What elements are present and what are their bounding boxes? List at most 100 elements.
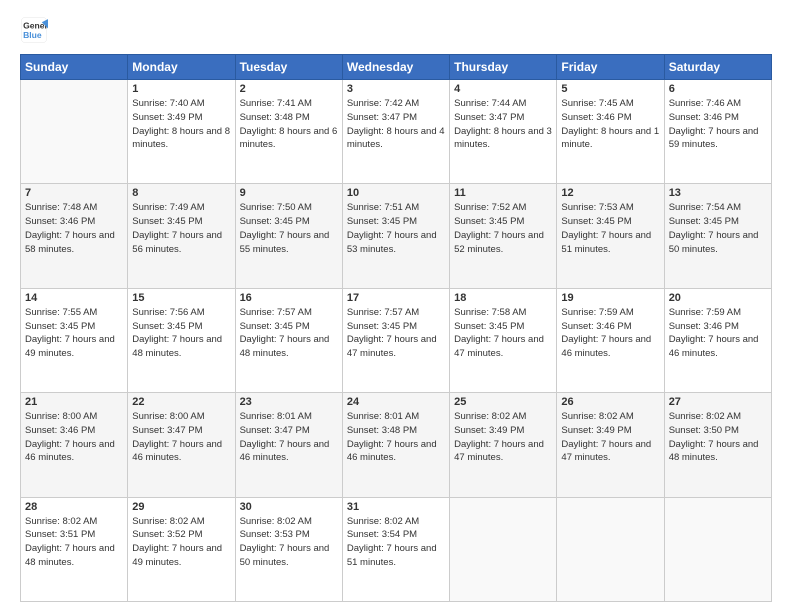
day-info: Sunrise: 8:02 AMSunset: 3:53 PMDaylight:… xyxy=(240,515,338,570)
day-cell xyxy=(21,80,128,184)
day-number: 8 xyxy=(132,187,230,199)
sunrise-label: Sunrise: 8:02 AM xyxy=(347,516,419,527)
day-cell: 8Sunrise: 7:49 AMSunset: 3:45 PMDaylight… xyxy=(128,184,235,288)
col-header-wednesday: Wednesday xyxy=(342,55,449,80)
day-cell: 19 Sunrise: 7:59 AMSunset: 3:46 PMDayligh… xyxy=(557,288,664,392)
day-info: Sunrise: 7:59 AMSunset: 3:46 PMDaylight:… xyxy=(669,306,767,361)
day-info: Sunrise: 8:01 AMSunset: 3:48 PMDaylight:… xyxy=(347,410,445,465)
col-header-tuesday: Tuesday xyxy=(235,55,342,80)
sunrise-label: Sunrise: 7:46 AM xyxy=(669,98,741,109)
col-header-sunday: Sunday xyxy=(21,55,128,80)
day-cell: 2Sunrise: 7:41 AMSunset: 3:48 PMDaylight… xyxy=(235,80,342,184)
day-info: Sunrise: 7:58 AMSunset: 3:45 PMDaylight:… xyxy=(454,306,552,361)
daylight-label: Daylight: 8 hours and 8 minutes. xyxy=(132,126,230,151)
day-number: 5 xyxy=(561,83,659,95)
day-cell: 31Sunrise: 8:02 AMSunset: 3:54 PMDayligh… xyxy=(342,497,449,601)
day-number: 11 xyxy=(454,187,552,199)
day-cell: 5Sunrise: 7:45 AMSunset: 3:46 PMDaylight… xyxy=(557,80,664,184)
day-info: Sunrise: 8:02 AMSunset: 3:50 PMDaylight:… xyxy=(669,410,767,465)
week-row-3: 14 Sunrise: 7:55 AMSunset: 3:45 PMDayligh… xyxy=(21,288,772,392)
daylight-label: Daylight: 7 hours and 46 minutes. xyxy=(561,334,651,359)
daylight-label: Daylight: 7 hours and 49 minutes. xyxy=(132,543,222,568)
day-number: 6 xyxy=(669,83,767,95)
daylight-label: Daylight: 8 hours and 4 minutes. xyxy=(347,126,445,151)
day-number: 25 xyxy=(454,396,552,408)
day-number: 24 xyxy=(347,396,445,408)
day-info: Sunrise: 8:01 AM Sunset: 3:47 PM Daylight:… xyxy=(240,410,338,465)
sunrise-label: Sunrise: 7:50 AM xyxy=(240,202,312,213)
logo-icon: General Blue xyxy=(20,16,48,44)
week-row-5: 28 Sunrise: 8:02 AMSunset: 3:51 PMDayligh… xyxy=(21,497,772,601)
sunrise-label: Sunrise: 8:01 AM xyxy=(347,411,419,422)
calendar-table: SundayMondayTuesdayWednesdayThursdayFrid… xyxy=(20,54,772,602)
day-number: 31 xyxy=(347,501,445,513)
day-cell: 3Sunrise: 7:42 AMSunset: 3:47 PMDaylight… xyxy=(342,80,449,184)
day-cell: 28 Sunrise: 8:02 AMSunset: 3:51 PMDayligh… xyxy=(21,497,128,601)
day-cell: 22Sunrise: 8:00 AMSunset: 3:47 PMDayligh… xyxy=(128,393,235,497)
day-cell xyxy=(664,497,771,601)
calendar-header-row: SundayMondayTuesdayWednesdayThursdayFrid… xyxy=(21,55,772,80)
day-info: Sunrise: 7:53 AMSunset: 3:45 PMDaylight:… xyxy=(561,201,659,256)
sunrise-label: Sunrise: 7:58 AM xyxy=(454,307,526,318)
sunset-label: Sunset: 3:45 PM xyxy=(347,321,417,332)
day-cell: 30Sunrise: 8:02 AMSunset: 3:53 PMDayligh… xyxy=(235,497,342,601)
day-info: Sunrise: 7:48 AMSunset: 3:46 PMDaylight:… xyxy=(25,201,123,256)
sunrise-label: Sunrise: 7:57 AM xyxy=(240,307,312,318)
sunset-label: Sunset: 3:45 PM xyxy=(669,216,739,227)
daylight-label: Daylight: 7 hours and 46 minutes. xyxy=(132,439,222,464)
day-info: Sunrise: 8:00 AMSunset: 3:47 PMDaylight:… xyxy=(132,410,230,465)
daylight-label: Daylight: 7 hours and 46 minutes. xyxy=(240,439,330,464)
daylight-label: Daylight: 7 hours and 51 minutes. xyxy=(347,543,437,568)
svg-text:Blue: Blue xyxy=(23,30,42,40)
day-cell: 18Sunrise: 7:58 AMSunset: 3:45 PMDayligh… xyxy=(450,288,557,392)
day-number: 9 xyxy=(240,187,338,199)
day-info: Sunrise: 7:46 AMSunset: 3:46 PMDaylight:… xyxy=(669,97,767,152)
day-cell: 25Sunrise: 8:02 AMSunset: 3:49 PMDayligh… xyxy=(450,393,557,497)
sunrise-label: Sunrise: 8:00 AM xyxy=(132,411,204,422)
daylight-label: Daylight: 7 hours and 47 minutes. xyxy=(454,334,544,359)
daylight-label: Daylight: 8 hours and 6 minutes. xyxy=(240,126,338,151)
sunrise-label: Sunrise: 7:59 AM xyxy=(561,307,633,318)
day-cell: 11Sunrise: 7:52 AMSunset: 3:45 PMDayligh… xyxy=(450,184,557,288)
sunset-label: Sunset: 3:50 PM xyxy=(669,425,739,436)
day-number: 10 xyxy=(347,187,445,199)
daylight-label: Daylight: 7 hours and 52 minutes. xyxy=(454,230,544,255)
col-header-thursday: Thursday xyxy=(450,55,557,80)
daylight-label: Daylight: 7 hours and 46 minutes. xyxy=(669,334,759,359)
sunrise-label: Sunrise: 8:02 AM xyxy=(561,411,633,422)
daylight-label: Daylight: 7 hours and 53 minutes. xyxy=(347,230,437,255)
day-info: Sunrise: 8:02 AMSunset: 3:51 PMDaylight:… xyxy=(25,515,123,570)
sunrise-label: Sunrise: 7:54 AM xyxy=(669,202,741,213)
sunset-label: Sunset: 3:45 PM xyxy=(132,216,202,227)
daylight-label: Daylight: 7 hours and 50 minutes. xyxy=(240,543,330,568)
day-cell: 10Sunrise: 7:51 AMSunset: 3:45 PMDayligh… xyxy=(342,184,449,288)
day-info: Sunrise: 8:02 AMSunset: 3:49 PMDaylight:… xyxy=(561,410,659,465)
col-header-saturday: Saturday xyxy=(664,55,771,80)
daylight-label: Daylight: 7 hours and 56 minutes. xyxy=(132,230,222,255)
sunset-label: Sunset: 3:46 PM xyxy=(25,425,95,436)
daylight-label: Daylight: 7 hours and 51 minutes. xyxy=(561,230,651,255)
day-number: 28 xyxy=(25,501,123,513)
day-number: 27 xyxy=(669,396,767,408)
day-number: 17 xyxy=(347,292,445,304)
daylight-label: Daylight: 7 hours and 58 minutes. xyxy=(25,230,115,255)
daylight-label: Daylight: 7 hours and 48 minutes. xyxy=(25,543,115,568)
day-cell: 4Sunrise: 7:44 AMSunset: 3:47 PMDaylight… xyxy=(450,80,557,184)
day-info: Sunrise: 7:59 AMSunset: 3:46 PMDaylight:… xyxy=(561,306,659,361)
day-number: 23 xyxy=(240,396,338,408)
day-number: 14 xyxy=(25,292,123,304)
day-number: 16 xyxy=(240,292,338,304)
day-number: 15 xyxy=(132,292,230,304)
sunset-label: Sunset: 3:47 PM xyxy=(240,425,310,436)
sunset-label: Sunset: 3:47 PM xyxy=(454,112,524,123)
day-cell: 12Sunrise: 7:53 AMSunset: 3:45 PMDayligh… xyxy=(557,184,664,288)
day-cell: 21Sunrise: 8:00 AMSunset: 3:46 PMDayligh… xyxy=(21,393,128,497)
daylight-label: Daylight: 7 hours and 49 minutes. xyxy=(25,334,115,359)
day-number: 19 xyxy=(561,292,659,304)
day-number: 2 xyxy=(240,83,338,95)
sunset-label: Sunset: 3:49 PM xyxy=(561,425,631,436)
day-info: Sunrise: 7:55 AMSunset: 3:45 PMDaylight:… xyxy=(25,306,123,361)
sunset-label: Sunset: 3:45 PM xyxy=(240,216,310,227)
sunrise-label: Sunrise: 8:01 AM xyxy=(240,411,312,422)
daylight-label: Daylight: 7 hours and 48 minutes. xyxy=(132,334,222,359)
